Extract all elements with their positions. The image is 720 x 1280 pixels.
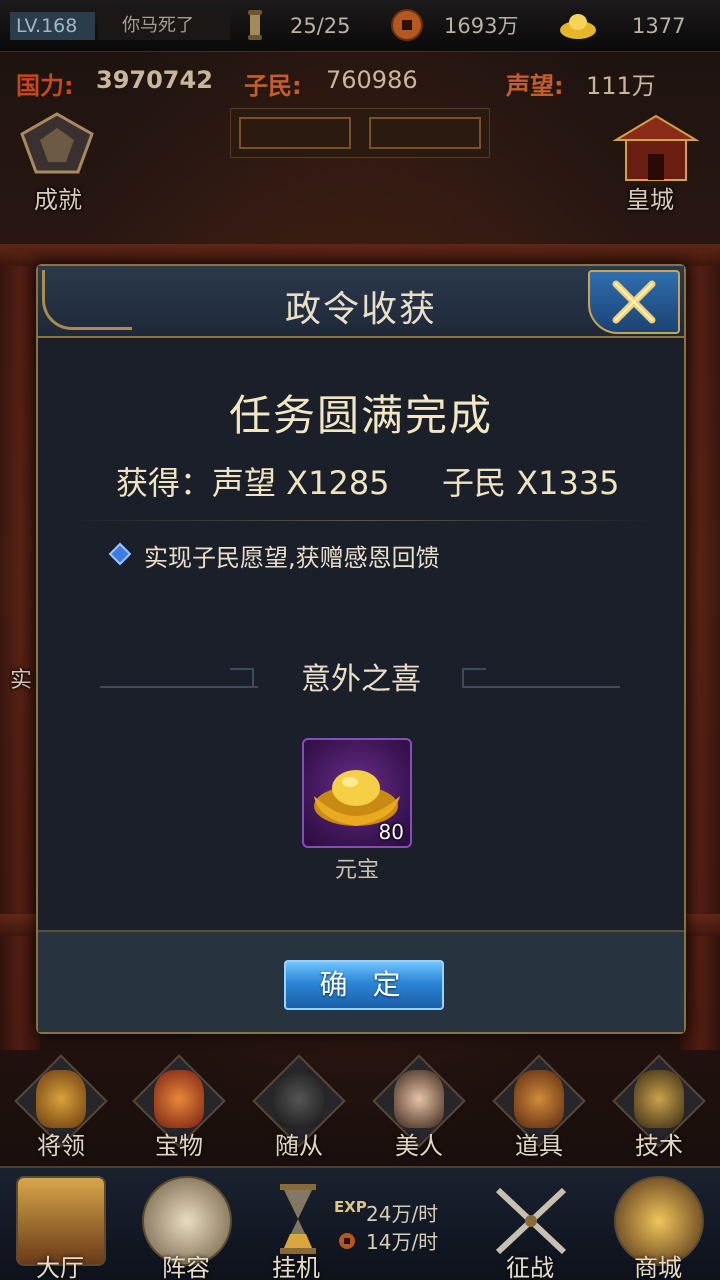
afk-label: 挂机 (272, 1254, 320, 1280)
gain-prestige: 获得：声望 X1285 (116, 464, 390, 502)
cannon-icon (634, 1070, 684, 1128)
player-level: LV.168 (10, 12, 95, 40)
exp-rate: 24万/时 (366, 1202, 439, 1226)
confirm-button[interactable]: 确 定 (284, 960, 444, 1010)
dialog-header: 政令收获 (38, 266, 684, 338)
shop-button[interactable]: 商城 (602, 1176, 714, 1280)
beauty-portrait-icon (394, 1070, 444, 1128)
divider (66, 520, 656, 521)
nav-retainers[interactable]: 随从 (244, 1040, 354, 1166)
reward-item-slot[interactable]: 80 (302, 738, 412, 848)
afk-button[interactable]: 挂机 (240, 1176, 352, 1280)
helmet-icon (36, 1070, 86, 1128)
nav-label: 随从 (275, 1132, 323, 1160)
achievement-button[interactable]: 成就 (14, 110, 100, 214)
scroll-icon (248, 10, 262, 40)
item-count: 80 (378, 820, 404, 844)
imperial-city-button[interactable]: 皇城 (606, 110, 706, 214)
stamina-count: 25/25 (290, 14, 351, 38)
beam-top (0, 244, 720, 266)
lineup-label: 阵容 (162, 1254, 210, 1280)
bonus-divider-right (464, 686, 620, 688)
palace-sign-icon (230, 108, 490, 158)
official-hat-icon (274, 1070, 324, 1128)
dialog-footer: 确 定 (38, 930, 684, 1032)
nav-beauties[interactable]: 美人 (364, 1040, 474, 1166)
prestige-label: 声望: (506, 72, 564, 100)
reward-description: 实现子民愿望,获赠感恩回馈 (144, 544, 440, 572)
top-resource-bar: LV.168 你马死了 25/25 1693万 1377 (0, 0, 720, 52)
achievement-label: 成就 (34, 186, 82, 214)
bottom-main-bar: 大厅 阵容 挂机 EXP 24万/时 14万/时 征战 商城 (0, 1166, 720, 1280)
close-icon (612, 280, 656, 324)
item-name: 元宝 (334, 858, 379, 883)
coin-rate: 14万/时 (366, 1230, 439, 1254)
bonus-title: 意外之喜 (301, 662, 421, 697)
people-label: 子民: (244, 72, 302, 100)
battle-label: 征战 (506, 1254, 554, 1280)
power-label: 国力: (16, 72, 74, 100)
copper-coin-icon (391, 9, 423, 41)
achievement-icon (20, 112, 94, 174)
people-value: 760986 (326, 66, 418, 94)
palace-icon (612, 114, 700, 181)
treasure-orb-icon (154, 1070, 204, 1128)
mission-complete-title: 任务圆满完成 (228, 391, 493, 440)
nav-items[interactable]: 道具 (484, 1040, 594, 1166)
close-button[interactable] (588, 270, 680, 334)
gold-ingot-icon (560, 14, 596, 39)
battle-button[interactable]: 征战 (474, 1176, 586, 1280)
exp-label: EXP (334, 1198, 367, 1216)
nav-label: 宝物 (155, 1132, 203, 1160)
prestige-value: 111万 (586, 72, 656, 100)
edict-harvest-dialog: 政令收获 任务圆满完成 获得：声望 X1285 子民 X1335 实现子民愿望,… (36, 264, 686, 1034)
ingot-count: 1377 (632, 14, 686, 38)
lineup-button[interactable]: 阵容 (130, 1176, 242, 1280)
nav-treasures[interactable]: 宝物 (124, 1040, 234, 1166)
player-name[interactable]: 你马死了 (98, 12, 230, 40)
hall-button[interactable]: 大厅 (4, 1176, 116, 1280)
imperial-city-label: 皇城 (626, 186, 674, 214)
hourglass-icon (280, 1184, 316, 1254)
nav-label: 美人 (395, 1132, 443, 1160)
shop-label: 商城 (634, 1254, 682, 1280)
nav-technology[interactable]: 技术 (604, 1040, 714, 1166)
nav-generals[interactable]: 将领 (6, 1040, 116, 1166)
kingdom-stats-bar: 国力: 3970742 子民: 760986 声望: 111万 (0, 58, 720, 106)
hall-label: 大厅 (36, 1254, 84, 1280)
feature-nav-row: 将领 宝物 随从 美人 道具 技术 (0, 1040, 720, 1166)
coin-count: 1693万 (444, 14, 519, 38)
nav-label: 道具 (515, 1132, 563, 1160)
gain-people: 子民 X1335 (442, 464, 620, 502)
diamond-bullet-icon (108, 542, 132, 566)
power-value: 3970742 (96, 66, 213, 94)
nav-label: 技术 (635, 1132, 683, 1160)
bonus-ornament-right (462, 668, 486, 688)
item-bag-icon (514, 1070, 564, 1128)
copper-coin-icon (339, 1233, 355, 1249)
partial-side-label: 实 (10, 668, 33, 693)
nav-label: 将领 (37, 1132, 85, 1160)
